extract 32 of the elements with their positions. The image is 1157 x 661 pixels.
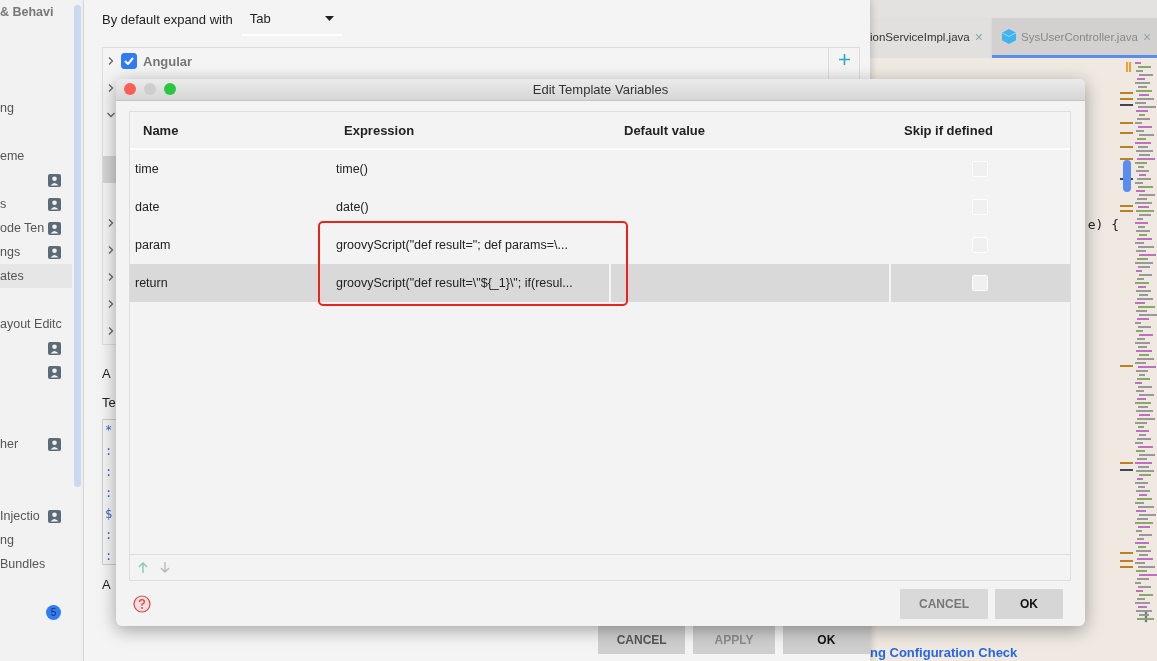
- table-cell-text: return: [134, 275, 169, 292]
- table-cell-text: date: [134, 199, 161, 216]
- sidebar-item-label: ode Ten: [0, 221, 45, 235]
- column-header: Name: [142, 121, 180, 140]
- expand-label: By default expand with: [102, 11, 233, 27]
- count-badge: 5: [46, 604, 61, 620]
- sidebar-item-label: s: [0, 197, 7, 211]
- sidebar-item-label: ng: [0, 533, 14, 547]
- table-cell-text: time: [134, 161, 160, 178]
- code-line: e) {: [1087, 217, 1119, 232]
- sidebar-item-label: her: [0, 437, 19, 451]
- sidebar-item-label: ayout Editc: [0, 317, 62, 331]
- sidebar-item-label: Bundles: [0, 557, 46, 571]
- tree-label: Angular: [143, 53, 193, 69]
- column-header: Skip if defined: [903, 121, 994, 140]
- template-label: Te: [102, 395, 116, 411]
- table-cell-text: date(): [335, 199, 370, 216]
- column-header: Expression: [343, 121, 416, 140]
- section-label: A: [102, 366, 111, 382]
- sidebar-item-label: Injectio: [0, 509, 40, 523]
- table-cell-text: param: [134, 237, 172, 254]
- dialog-title: Edit Template Variables: [532, 82, 669, 97]
- column-header: Default value: [623, 121, 706, 140]
- sidebar-heading: & Behavi: [0, 5, 54, 19]
- sidebar-item-label: ngs: [0, 245, 21, 259]
- section-label: A: [102, 577, 111, 593]
- table-cell-text: groovyScript("def result="; def params=\...: [335, 237, 569, 254]
- sidebar-item-label: ng: [0, 101, 14, 115]
- sidebar-item-label: eme: [0, 149, 25, 163]
- sidebar-item-label: ates: [0, 269, 24, 283]
- table-cell-text: time(): [335, 161, 369, 178]
- table-cell: groovyScript("def result=\"${_1}\"; if(resul...: [331, 264, 611, 302]
